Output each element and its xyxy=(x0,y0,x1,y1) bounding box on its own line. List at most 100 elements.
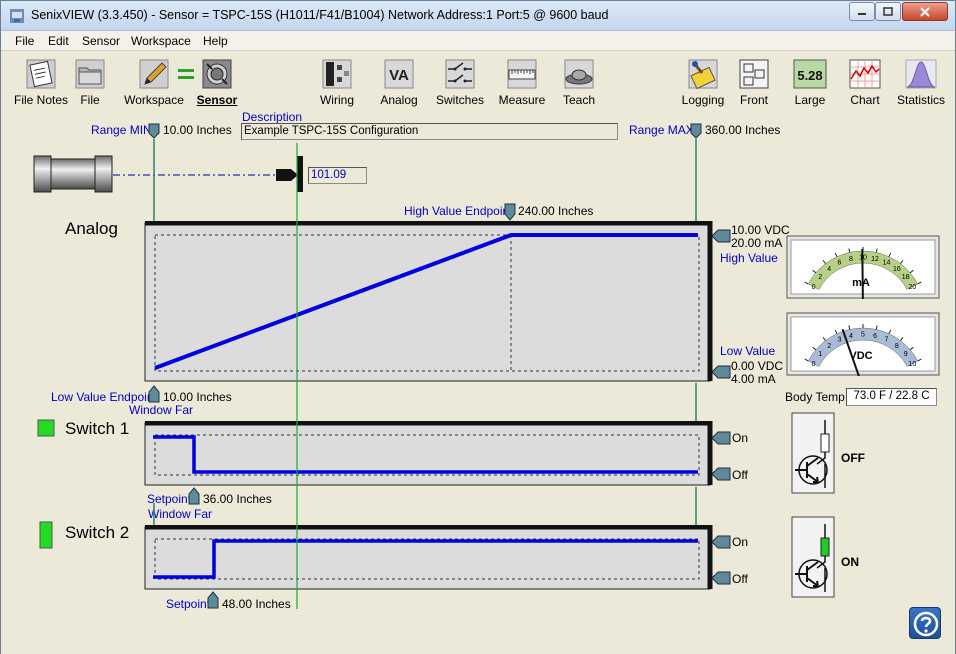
analog-icon-text: VA xyxy=(389,67,409,84)
range-max-value: 360.00 Inches xyxy=(705,123,781,137)
switches-button[interactable]: Switches xyxy=(430,57,490,107)
title-bar: SenixVIEW (3.3.450) - Sensor = TSPC-15S … xyxy=(1,1,955,31)
sensor-button[interactable]: Sensor xyxy=(187,57,247,107)
analog-icon: VA xyxy=(384,59,414,89)
ma-tick-label: 4 xyxy=(827,266,831,273)
switch1-setpoint-value: 36.00 Inches xyxy=(203,492,272,506)
high-value-label: High Value xyxy=(720,251,778,265)
range-max-marker[interactable] xyxy=(690,123,702,139)
ma-meter: 02468101214161820 mA xyxy=(786,235,940,299)
switch1-setpoint-label: Setpoint xyxy=(147,492,192,506)
workspace-button[interactable]: Workspace xyxy=(124,57,184,107)
sensor-graphic xyxy=(33,155,113,193)
statistics-button[interactable]: Statistics xyxy=(891,57,951,107)
toolbar: File Notes File Workspace Sensor Wiring … xyxy=(1,51,955,109)
switch1-setpoint-marker[interactable] xyxy=(188,487,200,505)
pencil-icon xyxy=(139,59,169,89)
menu-bar: File Edit Sensor Workspace Help xyxy=(1,31,955,51)
ma-tick-label: 0 xyxy=(812,284,816,291)
analog-graph xyxy=(144,221,713,382)
low-endpoint-label: Low Value Endpoint xyxy=(51,390,157,404)
switch1-transistor-icon xyxy=(791,412,835,494)
sonar-beam-line xyxy=(113,169,298,181)
vdc-meter: 01234 5 678910 VDC xyxy=(786,312,940,376)
target-marker[interactable] xyxy=(296,155,304,193)
teach-icon xyxy=(564,59,594,89)
switches-icon xyxy=(445,59,475,89)
wiring-button[interactable]: Wiring xyxy=(307,57,367,107)
switch1-title: Switch 1 xyxy=(65,419,130,438)
vdc-tick-label: 0 xyxy=(812,361,816,368)
switch1-on-label: On xyxy=(732,431,749,445)
low-endpoint-marker[interactable] xyxy=(148,385,160,403)
switch2-title: Switch 2 xyxy=(65,523,130,542)
senixview-app-icon xyxy=(10,9,24,23)
high-endpoint-value: 240.00 Inches xyxy=(518,204,594,218)
high-endpoint-marker[interactable] xyxy=(504,203,516,221)
switch1-off-marker[interactable] xyxy=(711,467,731,481)
range-min-value: 10.00 Inches xyxy=(163,123,232,137)
switch2-off-marker[interactable] xyxy=(711,571,731,585)
close-icon xyxy=(920,6,930,17)
ma-tick-label: 2 xyxy=(818,274,822,281)
minimize-button[interactable] xyxy=(849,2,875,21)
vdc-tick-label: 8 xyxy=(895,343,899,350)
question-mark-icon xyxy=(913,611,939,637)
close-button[interactable] xyxy=(902,2,948,21)
statistics-label: Statistics xyxy=(896,93,945,107)
menu-help[interactable]: Help xyxy=(203,34,228,48)
body-temp-label: Body Temp: xyxy=(785,390,849,404)
large-display-value: 5.28 xyxy=(797,68,822,83)
help-button[interactable] xyxy=(909,607,941,639)
sensor-icon xyxy=(202,59,232,89)
bell-curve-icon xyxy=(905,59,937,89)
ma-tick-label: 20 xyxy=(909,284,917,291)
high-ma: 20.00 mA xyxy=(731,236,783,250)
low-vdc: 0.00 VDC xyxy=(731,359,784,373)
file-button[interactable]: File xyxy=(60,57,120,107)
notepad-icon xyxy=(26,59,56,89)
analog-window-far: Window Far xyxy=(129,403,194,417)
menu-workspace[interactable]: Workspace xyxy=(131,34,191,48)
switch1-window-far: Window Far xyxy=(148,507,213,521)
maximize-button[interactable] xyxy=(875,2,901,21)
low-value-marker[interactable] xyxy=(711,365,731,379)
low-endpoint-value: 10.00 Inches xyxy=(163,390,232,404)
vdc-tick-label: 6 xyxy=(873,333,877,340)
chart-icon xyxy=(849,59,881,89)
analog-title: Analog xyxy=(65,219,118,238)
switch2-on-label: On xyxy=(732,535,749,549)
ruler-icon xyxy=(507,59,537,89)
ma-tick-label: 12 xyxy=(871,256,879,263)
low-value-label: Low Value xyxy=(720,344,776,358)
maximize-icon xyxy=(883,6,893,16)
ma-meter-needle xyxy=(861,248,864,299)
ma-tick-label: 8 xyxy=(849,256,853,263)
description-field[interactable]: Example TSPC-15S Configuration xyxy=(241,123,618,140)
minimize-icon xyxy=(858,12,866,15)
switch2-on-marker[interactable] xyxy=(711,535,731,549)
switch1-graph xyxy=(144,421,713,486)
large-display-icon: 5.28 xyxy=(793,59,827,89)
teach-button[interactable]: Teach xyxy=(549,57,609,107)
switch2-setpoint-marker[interactable] xyxy=(207,591,219,609)
logging-icon xyxy=(688,59,718,90)
switch2-state: ON xyxy=(841,555,859,569)
wiring-icon xyxy=(322,59,352,89)
range-min-label: Range MIN xyxy=(91,123,152,137)
ma-tick-label: 14 xyxy=(883,260,891,267)
high-vdc: 10.00 VDC xyxy=(731,223,790,237)
menu-sensor[interactable]: Sensor xyxy=(82,34,120,48)
vdc-tick-label: 1 xyxy=(818,351,822,358)
vdc-tick-label: 5 xyxy=(861,332,865,339)
range-min-marker[interactable] xyxy=(148,123,160,139)
switch2-off-label: Off xyxy=(732,572,748,586)
range-max-label: Range MAX xyxy=(629,123,694,137)
menu-file[interactable]: File xyxy=(15,34,34,48)
switch2-indicator xyxy=(39,521,53,549)
switch2-setpoint-value: 48.00 Inches xyxy=(222,597,291,611)
high-value-marker[interactable] xyxy=(711,229,731,243)
switch1-on-marker[interactable] xyxy=(711,431,731,445)
switch2-transistor-icon xyxy=(791,516,835,598)
menu-edit[interactable]: Edit xyxy=(48,34,69,48)
